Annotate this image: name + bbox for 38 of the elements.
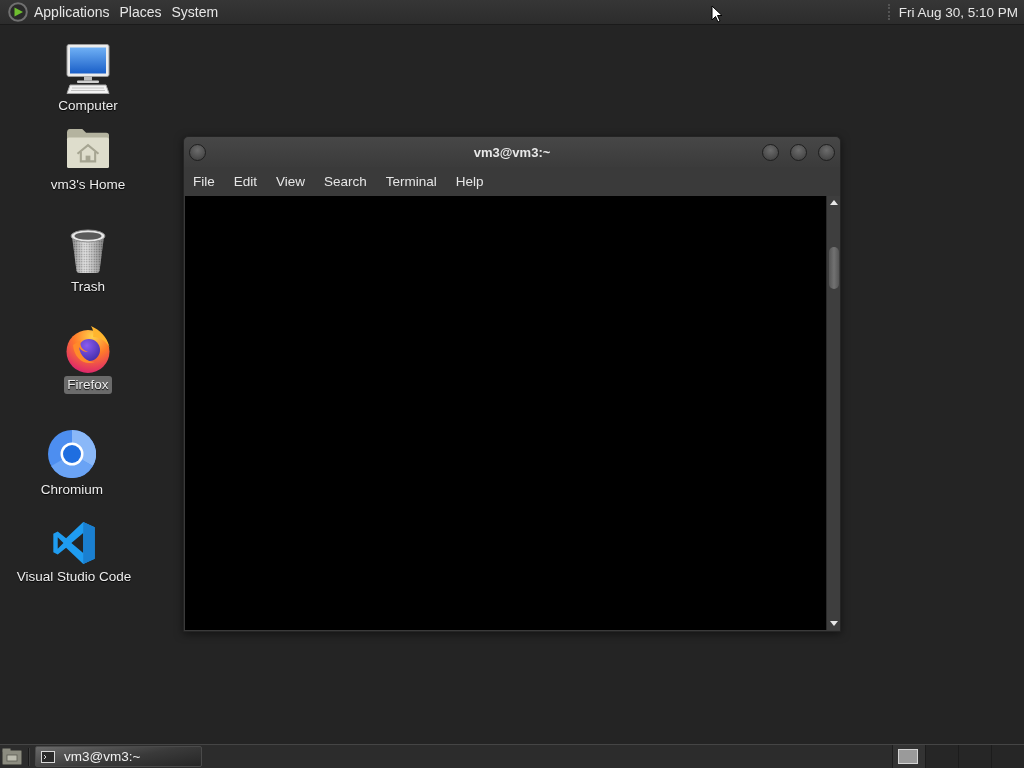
workspace-button[interactable] [892, 745, 925, 768]
menu-item[interactable]: Help [446, 171, 494, 192]
desktop-icon-label[interactable]: Computer [55, 97, 121, 115]
window-menu-button[interactable] [189, 143, 206, 161]
menu-item[interactable]: View [267, 171, 316, 192]
desktop-icon-label[interactable]: Firefox [64, 376, 112, 394]
clock[interactable]: Fri Aug 30, 5:10 PM [898, 4, 1020, 20]
show-desktop-icon[interactable] [2, 748, 22, 765]
trash-bin-icon[interactable] [68, 228, 108, 274]
close-button[interactable] [818, 143, 835, 161]
menu-item[interactable]: File [184, 171, 225, 192]
desktop-icon-label[interactable]: Visual Studio Code [13, 568, 135, 586]
home-folder-icon[interactable] [65, 127, 111, 169]
desktop-icon-label[interactable]: Chromium [37, 481, 107, 499]
computer-icon[interactable] [64, 44, 112, 94]
terminal-icon [41, 750, 55, 763]
menu-logo-icon[interactable] [8, 2, 28, 22]
desktop-icon-label[interactable]: vm3's Home [47, 176, 129, 194]
mouse-pointer-icon [711, 5, 723, 23]
scroll-down-arrow-icon[interactable] [829, 621, 838, 626]
panel-menu[interactable]: System [166, 2, 224, 22]
menu-item[interactable]: Terminal [376, 171, 447, 192]
panel-menu[interactable]: Places [114, 2, 167, 22]
scrollbar[interactable] [826, 196, 840, 630]
maximize-button[interactable] [790, 143, 807, 161]
desktop-icon-label[interactable]: Trash [68, 278, 108, 296]
scroll-thumb[interactable] [828, 247, 839, 289]
taskbar-button[interactable]: vm3@vm3:~ [35, 746, 202, 767]
vscode-icon[interactable] [52, 521, 96, 565]
scroll-up-arrow-icon[interactable] [829, 200, 838, 205]
window-title: vm3@vm3:~ [473, 144, 551, 160]
menu-item[interactable]: Edit [224, 171, 268, 192]
window-thumbnail-icon [898, 749, 918, 764]
menu-item[interactable]: Search [315, 171, 377, 192]
panel-menu[interactable]: Applications [29, 2, 115, 22]
minimize-button[interactable] [762, 143, 779, 161]
firefox-icon[interactable] [64, 325, 112, 373]
chromium-icon[interactable] [48, 430, 96, 478]
